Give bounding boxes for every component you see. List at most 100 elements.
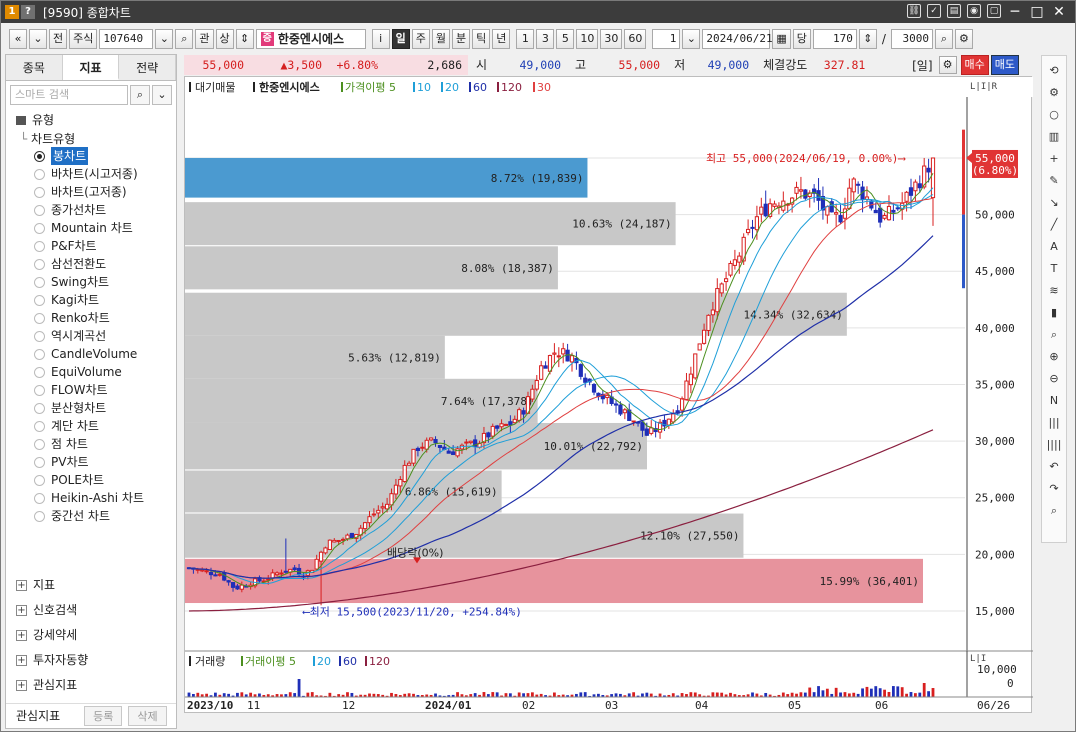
info-button[interactable]: i	[371, 29, 390, 49]
fib-icon[interactable]: ≋	[1045, 282, 1063, 300]
chart-type-item[interactable]: 중간선 차트	[6, 507, 176, 525]
chart-type-item[interactable]: 분산형차트	[6, 399, 176, 417]
chart-type-item[interactable]: Heikin-Ashi 차트	[6, 489, 176, 507]
smart-search-input[interactable]: 스마트 검색	[10, 85, 128, 105]
minute-1[interactable]: 1	[516, 29, 535, 49]
undo-icon[interactable]: ↶	[1045, 458, 1063, 476]
chart-type-item[interactable]: 점 차트	[6, 435, 176, 453]
link-icon[interactable]: ⛓	[907, 4, 921, 18]
period-tick[interactable]: 틱	[472, 29, 491, 49]
count-dropdown-icon[interactable]: ⌄	[682, 29, 701, 49]
period-minute[interactable]: 분	[452, 29, 471, 49]
minimize-icon[interactable]: ─	[1007, 4, 1023, 20]
search-icon[interactable]: ⌕	[130, 85, 150, 105]
radio-icon[interactable]	[34, 366, 45, 378]
zoom-plus-icon[interactable]: ⌕	[934, 29, 953, 49]
crosshair-icon[interactable]: +	[1045, 150, 1063, 168]
toolbar-settings-icon[interactable]: ⚙	[954, 29, 973, 49]
delete-button[interactable]: 삭제	[128, 705, 167, 726]
radio-icon[interactable]	[34, 258, 45, 270]
chart-type-item[interactable]: 삼선전환도	[6, 255, 176, 273]
section-investor[interactable]: + 투자자동향	[6, 648, 176, 673]
bars2-icon[interactable]: ||||	[1045, 436, 1063, 454]
calendar-icon[interactable]: ▦	[772, 29, 791, 49]
circle-icon[interactable]: ○	[1045, 106, 1063, 124]
chart-area[interactable]: 대기매물 한중엔시에스 가격이평 5 10 20 60 120 30 L|I|R 50,000 45…	[184, 76, 1033, 714]
chart-type-item[interactable]: Kagi차트	[6, 291, 176, 309]
chart-type-item[interactable]: 봉차트	[6, 147, 176, 165]
bars-input[interactable]: 170	[812, 29, 857, 49]
zoom-icon[interactable]: ⌕	[1045, 326, 1063, 344]
chart-type-item[interactable]: CandleVolume	[6, 345, 176, 363]
chart-type-item[interactable]: 계단 차트	[6, 417, 176, 435]
minute-10[interactable]: 10	[576, 29, 599, 49]
tree-root[interactable]: └ 차트유형	[6, 131, 176, 147]
chart-icon[interactable]: ▥	[1045, 128, 1063, 146]
section-favorite[interactable]: + 관심지표	[6, 673, 176, 698]
chart-type-item[interactable]: 역시계곡선	[6, 327, 176, 345]
minute-30[interactable]: 30	[600, 29, 623, 49]
auto-icon[interactable]: A	[1045, 238, 1063, 256]
minute-5[interactable]: 5	[556, 29, 575, 49]
gwan-button[interactable]: 관	[195, 29, 214, 49]
spin-icon[interactable]: ⇕	[235, 29, 254, 49]
dang-button[interactable]: 당	[792, 29, 811, 49]
radio-icon[interactable]	[34, 240, 45, 252]
radio-icon[interactable]	[34, 222, 45, 234]
radio-icon[interactable]	[34, 384, 45, 396]
chart-svg[interactable]: 대기매물 한중엔시에스 가격이평 5 10 20 60 120 30 L|I|R50,00045…	[185, 77, 1033, 714]
zoom-in-icon[interactable]: ⊕	[1045, 348, 1063, 366]
chart-type-item[interactable]: POLE차트	[6, 471, 176, 489]
period-month[interactable]: 월	[431, 29, 450, 49]
sang-button[interactable]: 상	[215, 29, 234, 49]
section-strength[interactable]: + 강세약세	[6, 623, 176, 648]
radio-icon[interactable]	[34, 168, 45, 180]
pin-icon[interactable]: ▢	[987, 4, 1001, 18]
stock-name-field[interactable]: 증 한중엔시에스	[255, 29, 366, 49]
help-badge[interactable]: ?	[21, 5, 35, 19]
expand-icon[interactable]: ⌄	[152, 85, 172, 105]
section-indicators[interactable]: + 지표	[6, 573, 176, 598]
down-button[interactable]: ⌄	[29, 29, 47, 49]
settings-icon[interactable]: ⚙	[1045, 84, 1063, 102]
all-button[interactable]: 전	[49, 29, 68, 49]
search-icon[interactable]: ⌕	[1045, 502, 1063, 520]
window-badge[interactable]: 1	[5, 5, 19, 19]
radio-icon[interactable]	[34, 186, 45, 198]
maximize-icon[interactable]: □	[1029, 4, 1045, 20]
minute-60[interactable]: 60	[624, 29, 647, 49]
section-signal[interactable]: + 신호검색	[6, 598, 176, 623]
section-type[interactable]: 유형	[6, 109, 176, 131]
radio-icon[interactable]	[34, 402, 45, 414]
camera-icon[interactable]: ◉	[967, 4, 981, 18]
period-week[interactable]: 주	[411, 29, 430, 49]
chart-type-item[interactable]: Renko차트	[6, 309, 176, 327]
chart-type-item[interactable]: P&F차트	[6, 237, 176, 255]
radio-icon[interactable]	[34, 474, 45, 486]
chart-type-item[interactable]: Swing차트	[6, 273, 176, 291]
radio-icon[interactable]	[34, 330, 45, 342]
radio-icon[interactable]	[34, 438, 45, 450]
bars-icon[interactable]: |||	[1045, 414, 1063, 432]
zoom-out-icon[interactable]: ⊖	[1045, 370, 1063, 388]
save-icon[interactable]: ✓	[927, 4, 941, 18]
chart-type-item[interactable]: FLOW차트	[6, 381, 176, 399]
info-settings-icon[interactable]: ⚙	[938, 56, 957, 74]
n-icon[interactable]: N	[1045, 392, 1063, 410]
text-icon[interactable]: T	[1045, 260, 1063, 278]
candle-icon[interactable]: ▮	[1045, 304, 1063, 322]
radio-icon[interactable]	[34, 294, 45, 306]
buy-button[interactable]: 매수	[960, 55, 989, 75]
chart-type-item[interactable]: 종가선차트	[6, 201, 176, 219]
radio-icon[interactable]	[34, 276, 45, 288]
count-input[interactable]: 1	[652, 29, 681, 49]
radio-icon[interactable]	[34, 420, 45, 432]
date-input[interactable]: 2024/06/21	[702, 29, 773, 49]
tab-indicator[interactable]: 지표	[62, 55, 120, 80]
total-input[interactable]: 3000	[890, 29, 933, 49]
code-dropdown-icon[interactable]: ⌄	[155, 29, 174, 49]
chart-type-item[interactable]: EquiVolume	[6, 363, 176, 381]
radio-icon[interactable]	[34, 510, 45, 522]
radio-icon[interactable]	[34, 492, 45, 504]
code-input[interactable]: 107640	[99, 29, 154, 49]
